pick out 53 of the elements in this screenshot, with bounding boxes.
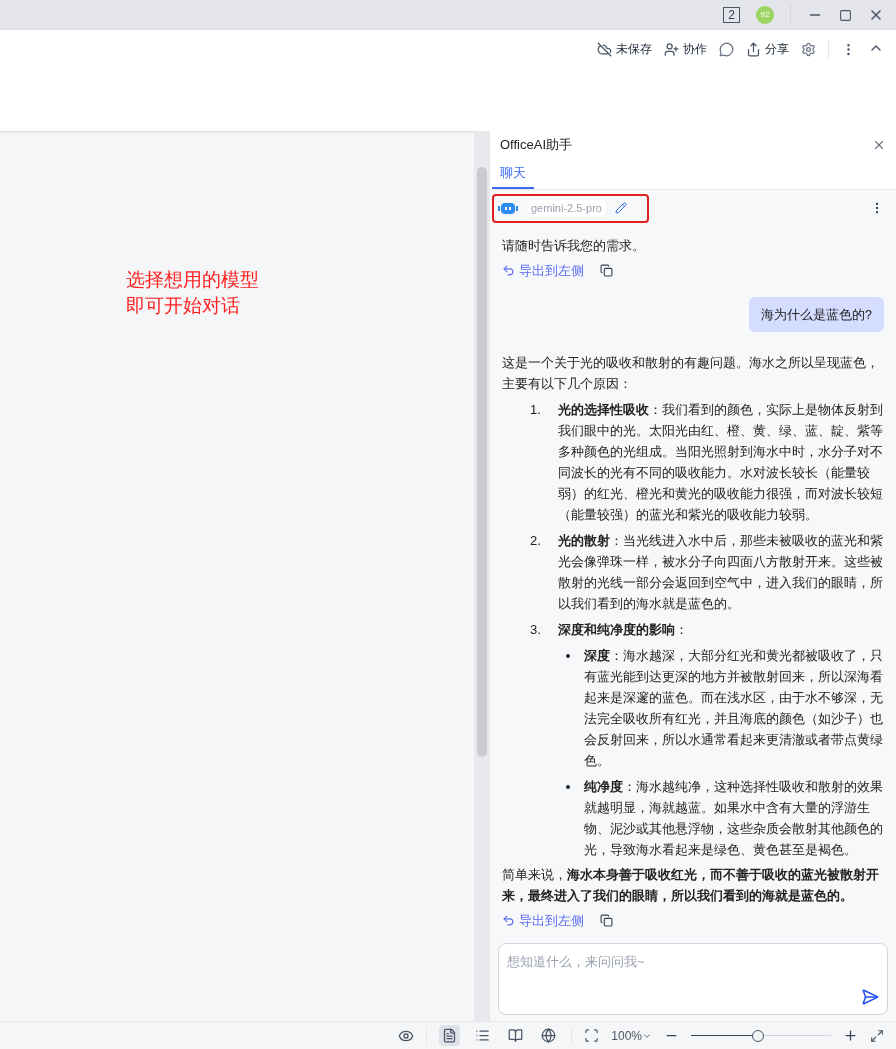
- tab[interactable]: 聊天: [492, 159, 534, 189]
- send-icon[interactable]: [861, 988, 879, 1006]
- comment-icon[interactable]: [719, 42, 734, 57]
- scrollbar[interactable]: [474, 131, 489, 1021]
- list-item-text: 光的选择性吸收：我们看到的颜色，实际上是物体反射到我们眼中的光。太阳光由红、橙、黄、绿、蓝、靛、紫等多种颜色的光组成。当阳光照射到海水中时，水分子对不同波长的光有不同的吸收能力。水对波长较长（能量较弱）的红光、橙光和黄光的吸收能力很强，而对波长较短（能量较强）的蓝光和紫光的吸收能力较弱。: [558, 401, 884, 524]
- export-button[interactable]: 导出到左侧: [502, 259, 584, 281]
- fit-page-icon[interactable]: [584, 1028, 600, 1043]
- cloud-icon: [597, 41, 612, 57]
- panel-title: OfficeAI助手: [500, 136, 572, 155]
- bullet-icon: [566, 654, 570, 658]
- export-icon: [502, 914, 515, 927]
- page-view-button[interactable]: [439, 1025, 461, 1046]
- share-button[interactable]: 分享: [746, 40, 789, 58]
- settings-icon[interactable]: [801, 42, 816, 57]
- copy-icon[interactable]: [600, 263, 613, 277]
- fullscreen-icon[interactable]: [870, 1028, 884, 1043]
- view-icon: [475, 1028, 491, 1043]
- view-icon: [541, 1028, 557, 1043]
- message-text: 这是一个关于光的吸收和散射的有趣问题。海水之所以呈现蓝色，主要有以下几个原因：: [502, 354, 880, 393]
- robot-icon: [498, 201, 518, 216]
- chat-input-field[interactable]: 想知道什么，来问问我~: [499, 944, 887, 972]
- list-number: 3.: [530, 621, 542, 639]
- save-status-button[interactable]: 未保存: [597, 40, 652, 58]
- collaborate-button[interactable]: 协作: [664, 40, 707, 58]
- window-count-button[interactable]: 2: [723, 7, 740, 23]
- model-name: gemini-2.5-pro: [526, 199, 607, 218]
- copy-icon[interactable]: [600, 914, 613, 927]
- view-icon: [508, 1028, 524, 1043]
- user-message: 海为什么是蓝色的?: [748, 296, 884, 332]
- list-number: 1.: [530, 401, 542, 419]
- list-item-text: 深度：海水越深，大部分红光和黄光都被吸收了，只有蓝光能到达更深的地方并被散射回来，所以深海看起来是深邃的蓝色。而在浅水区，由于水不够深，无法完全吸收所有红光，并且海底的颜色（如沙子）也会反射回来，所以水通常看起来更清澈或者带点黄绿色。: [584, 647, 884, 770]
- annotation-text: 即可开始对话: [126, 294, 241, 318]
- view-icon: [442, 1028, 458, 1043]
- export-icon: [502, 263, 515, 277]
- user-add-icon: [664, 41, 679, 57]
- share-icon: [746, 41, 761, 57]
- zoom-in-icon[interactable]: [843, 1028, 858, 1043]
- annotation-text: 选择想用的模型: [126, 268, 260, 292]
- message-text: 请随时告诉我您的需求。: [502, 236, 646, 255]
- list-item-text: 光的散射：当光线进入水中后，那些未被吸收的蓝光和紫光会像弹珠一样，被水分子向四面八方散射开来。这些被散射的光线一部分会返回到空气中，进入我们的眼睛，所以我们看到的海水就是蓝色的。: [558, 532, 884, 613]
- zoom-slider[interactable]: [691, 1029, 831, 1042]
- list-item-text: 纯净度：海水越纯净，这种选择性吸收和散射的效果就越明显，海就越蓝。如果水中含有大量的浮游生物、泥沙或其他悬浮物，这些杂质会散射其他颜色的光，导致海水看起来是绿色、黄色甚至是褐色。: [584, 778, 884, 859]
- zoom-dropdown[interactable]: 100%: [611, 1026, 652, 1045]
- message-text: 简单来说，海水本身善于吸收红光，而不善于吸收的蓝光被散射开来，最终进入了我们的眼睛，所以我们看到的海就是蓝色的。: [502, 866, 880, 905]
- export-button[interactable]: 导出到左侧: [502, 910, 584, 931]
- close-icon[interactable]: [872, 138, 886, 152]
- list-item-text: 深度和纯净度的影响：: [558, 621, 689, 639]
- chat-input[interactable]: 想知道什么，来问问我~: [498, 943, 888, 1015]
- list-number: 2.: [530, 532, 542, 550]
- edit-icon[interactable]: [614, 202, 627, 215]
- slider-thumb[interactable]: [752, 1029, 765, 1042]
- restore-icon[interactable]: [839, 8, 852, 22]
- bullet-icon: [566, 785, 570, 789]
